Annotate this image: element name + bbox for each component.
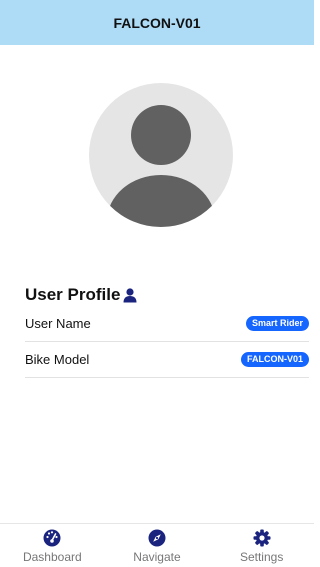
- nav-item-navigate[interactable]: Navigate: [105, 529, 209, 564]
- bike-model-label: Bike Model: [25, 352, 90, 367]
- gear-icon: [253, 529, 271, 547]
- avatar: [89, 83, 233, 227]
- nav-item-settings[interactable]: Settings: [210, 529, 314, 564]
- app-header: FALCON-V01: [0, 0, 314, 45]
- user-name-badge: Smart Rider: [245, 316, 309, 331]
- compass-icon: [148, 529, 166, 547]
- bike-model-badge: FALCON-V01: [240, 352, 309, 367]
- header-title: FALCON-V01: [113, 14, 201, 31]
- nav-item-dashboard[interactable]: Dashboard: [0, 529, 104, 564]
- profile-title: User Profile: [25, 285, 121, 304]
- person-icon: [123, 288, 137, 303]
- user-name-label: User Name: [25, 316, 91, 331]
- nav-label-settings: Settings: [239, 550, 284, 564]
- bike-model-row: Bike Model FALCON-V01: [25, 342, 309, 378]
- app-screen: FALCON-V01 User Profile User Name Smart …: [0, 0, 314, 567]
- user-name-row: User Name Smart Rider: [25, 306, 309, 342]
- speedometer-icon: [43, 529, 61, 547]
- bottom-nav: Dashboard Navigate Settings: [0, 523, 314, 567]
- nav-label-dashboard: Dashboard: [22, 550, 82, 564]
- nav-label-navigate: Navigate: [133, 550, 181, 564]
- profile-heading: User Profile: [25, 285, 138, 305]
